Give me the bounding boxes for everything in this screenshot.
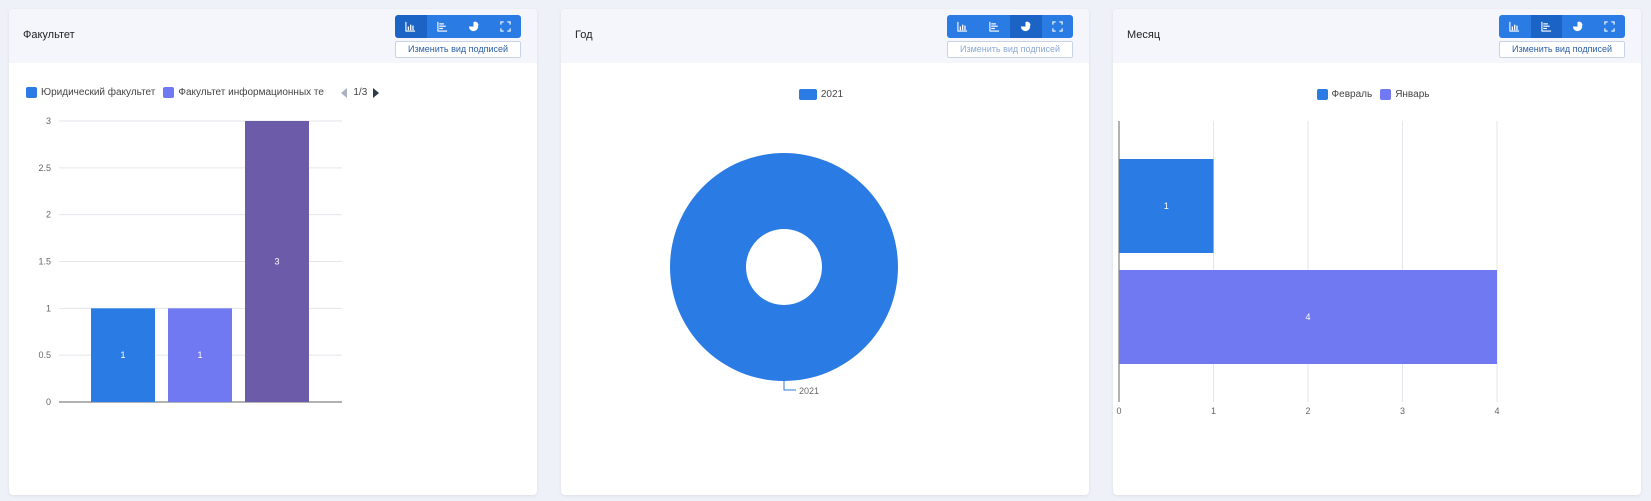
faculty-bar-chart: 0 0.5 1 1.5 2 2.5 3 1 1 3 [38,116,342,407]
slice-label-line [783,381,796,391]
y-tick-label: 2 [46,210,51,220]
bar-data-label: 4 [1305,312,1310,322]
year-panel: Год Изменить вид подписей 2021 2021 [561,9,1089,495]
y-tick-label: 3 [46,116,51,126]
y-tick-label: 1.5 [38,257,51,267]
y-tick-label: 0 [46,397,51,407]
bar-data-label: 1 [197,350,202,360]
x-tick-label: 0 [1116,406,1121,416]
slice-label: 2021 [799,386,819,396]
faculty-panel: Факультет Изменить вид подписей Юридичес… [9,9,537,495]
month-panel: Месяц Изменить вид подписей Февраль Янва… [1113,9,1641,495]
x-tick-label: 4 [1494,406,1499,416]
x-tick-label: 3 [1400,406,1405,416]
x-tick-label: 2 [1305,406,1310,416]
month-horizontal-bar-chart: 0 1 2 3 4 1 4 [1116,121,1500,416]
bar-data-label: 1 [1164,201,1169,211]
y-tick-label: 2.5 [38,163,51,173]
y-tick-label: 0.5 [38,350,51,360]
year-pie-chart: 2021 [670,153,898,396]
bar-data-label: 3 [274,257,279,267]
y-tick-label: 1 [46,303,51,313]
pie-slice [670,153,898,381]
x-tick-label: 1 [1211,406,1216,416]
bar-data-label: 1 [120,350,125,360]
